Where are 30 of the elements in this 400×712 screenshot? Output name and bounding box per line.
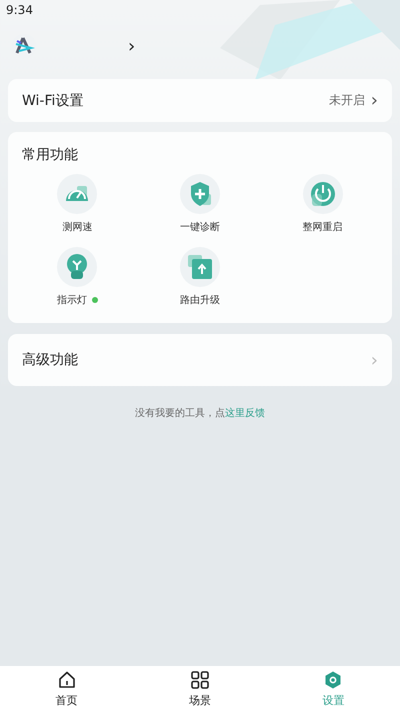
settings-icon [323,670,344,690]
tool-item[interactable]: 指示灯 [16,247,139,307]
tool-item[interactable]: 测网速 [16,174,139,234]
section-title: 常用功能 [21,146,79,164]
tool-label: 测网速 [62,220,92,234]
shield-plus-icon [180,174,220,214]
tool-label: 一键诊断 [180,220,220,234]
tool-item[interactable]: 一键诊断 [138,174,262,234]
grid-icon [190,670,210,690]
status-time: 9:34 [6,3,33,17]
wifi-settings-row[interactable]: Wi-Fi设置 未开启 › [8,79,392,122]
home-icon [56,670,77,690]
power-icon [302,174,343,214]
header-chevron[interactable]: › [128,36,136,56]
wifi-settings-label: Wi-Fi设置 [22,92,84,110]
chevron-icon: › [370,90,378,111]
advanced-functions-row[interactable]: 高级功能 › [8,334,392,386]
speedometer-icon [57,174,98,214]
nav-tab[interactable]: 场景 [133,666,267,712]
wifi-status-value: 未开启 [328,92,365,109]
tool-label: 指示灯 [56,294,87,307]
feedback-text: 没有我要的工具，点这里反馈 [135,408,265,419]
tool-item[interactable]: 整网重启 [261,174,384,234]
tool-label: 路由升级 [180,294,220,307]
chevron-icon: › [370,350,378,370]
tool-item[interactable]: 路由升级 [138,247,262,307]
advanced-functions-label: 高级功能 [22,351,79,369]
nav-tab[interactable]: 首页 [0,666,134,712]
lightbulb-icon [57,247,98,287]
tool-label: 整网重启 [302,220,343,234]
